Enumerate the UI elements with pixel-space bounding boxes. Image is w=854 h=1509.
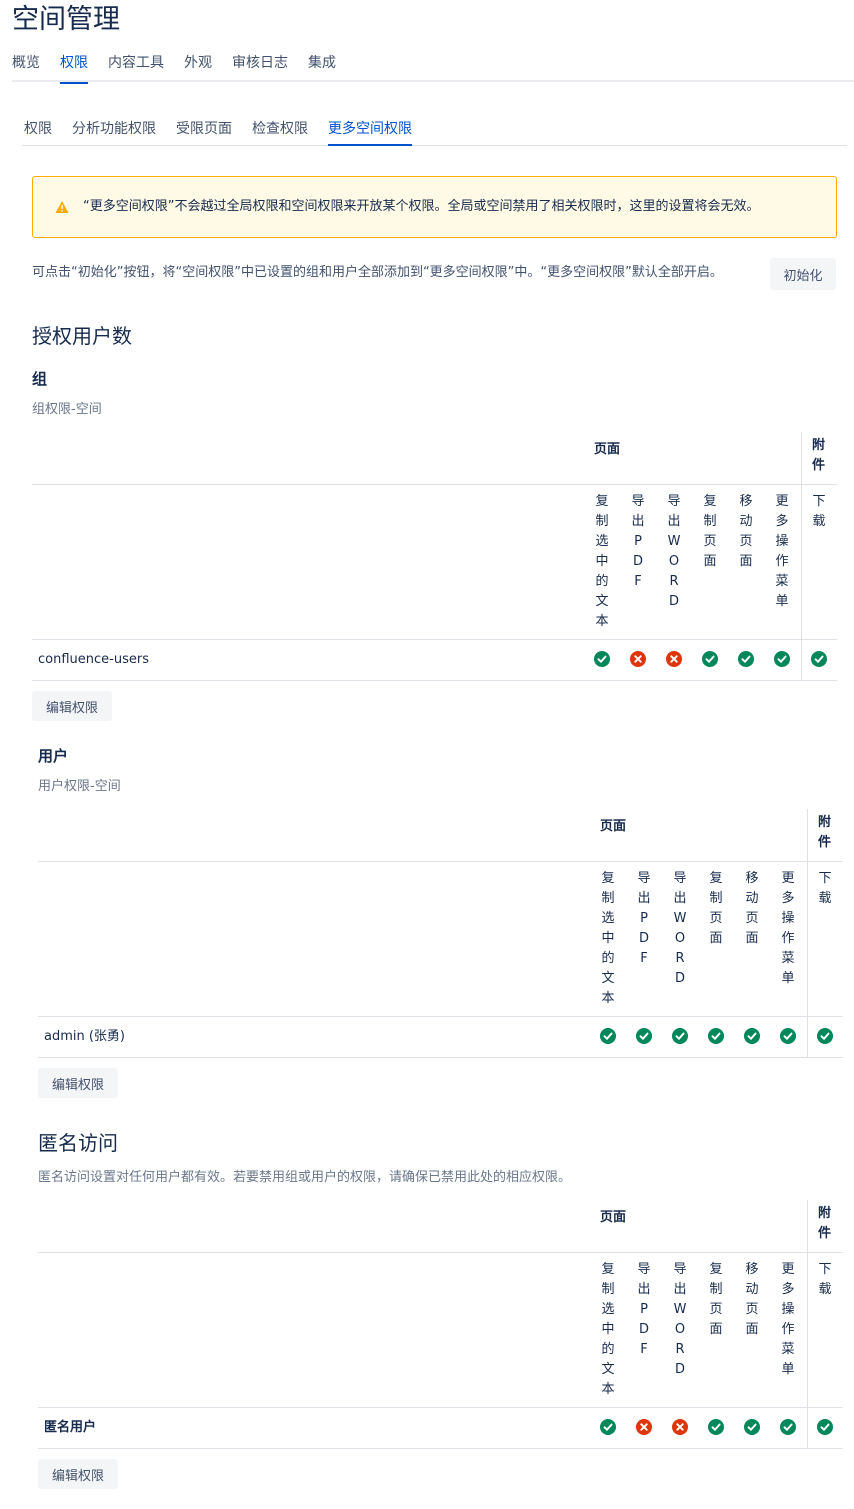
licensed-users-heading: 授权用户数 <box>32 324 132 348</box>
check-circle-icon[interactable] <box>672 1028 688 1044</box>
column-header: 复制选中的文本 <box>595 494 609 629</box>
column-group-page: 页面 <box>594 442 621 457</box>
subtab-restricted-pages[interactable]: 受限页面 <box>176 118 232 146</box>
page-title: 空间管理 <box>12 4 120 35</box>
column-header: 导出PDF <box>631 494 645 589</box>
column-header: 下载 <box>818 1262 832 1297</box>
column-header: 更多操作菜单 <box>781 871 795 986</box>
column-header: 复制页面 <box>709 1262 723 1337</box>
column-header: 复制页面 <box>709 871 723 946</box>
tab-look-and-feel[interactable]: 外观 <box>184 52 212 82</box>
row-divider <box>38 1407 843 1408</box>
column-header: 导出PDF <box>637 871 651 966</box>
column-header: 更多操作菜单 <box>781 1262 795 1377</box>
check-circle-icon[interactable] <box>780 1028 796 1044</box>
main-tabs: 概览 权限 内容工具 外观 审核日志 集成 <box>12 52 854 84</box>
column-header: 下载 <box>812 494 826 529</box>
cross-circle-icon[interactable] <box>672 1419 688 1435</box>
column-header: 移动页面 <box>739 494 753 569</box>
column-header: 导出WORD <box>673 871 687 986</box>
permissions-table: 页面 附件复制选中的文本 导出PDF 导出WORD 复制页面 移动页面 更多操作菜单 下载 ad… <box>38 809 843 1059</box>
column-group-attachment: 附件 <box>812 438 826 473</box>
table-bottom-border <box>38 1057 843 1058</box>
subtab-inspect-permissions[interactable]: 检查权限 <box>252 118 308 146</box>
init-info-text: 可点击“初始化”按钮，将“空间权限”中已设置的组和用户全部添加到“更多空间权限”… <box>32 265 723 280</box>
cross-circle-icon[interactable] <box>636 1419 652 1435</box>
edit-permissions-button[interactable]: 编辑权限 <box>32 691 112 721</box>
tab-content-tools[interactable]: 内容工具 <box>108 52 164 82</box>
column-header: 导出PDF <box>637 1262 651 1357</box>
header-divider <box>38 1252 843 1253</box>
check-circle-icon[interactable] <box>817 1419 833 1435</box>
header-divider <box>38 861 843 862</box>
column-divider <box>801 432 802 680</box>
column-header: 下载 <box>818 871 832 906</box>
column-header: 导出WORD <box>673 1262 687 1377</box>
section-description: 匿名访问设置对任何用户都有效。若要禁用组或用户的权限，请确保已禁用此处的相应权限… <box>38 1170 572 1185</box>
column-header: 更多操作菜单 <box>775 494 789 609</box>
check-circle-icon[interactable] <box>744 1028 760 1044</box>
check-circle-icon[interactable] <box>594 651 610 667</box>
edit-permissions-button[interactable]: 编辑权限 <box>38 1068 118 1098</box>
check-circle-icon[interactable] <box>811 651 827 667</box>
column-divider <box>807 1200 808 1448</box>
subtab-analytics-permissions[interactable]: 分析功能权限 <box>72 118 156 146</box>
check-circle-icon[interactable] <box>780 1419 796 1435</box>
permissions-table: 页面 附件复制选中的文本 导出PDF 导出WORD 复制页面 移动页面 更多操作菜单 下载匿名… <box>38 1200 843 1450</box>
check-circle-icon[interactable] <box>600 1028 616 1044</box>
table-bottom-border <box>38 1448 843 1449</box>
row-subject-name: admin (张勇) <box>44 1029 126 1044</box>
cross-circle-icon[interactable] <box>630 651 646 667</box>
section-heading: 匿名访问 <box>38 1131 118 1155</box>
subtab-permissions[interactable]: 权限 <box>24 118 52 146</box>
permissions-table: 页面 附件复制选中的文本 导出PDF 导出WORD 复制页面 移动页面 更多操作菜单 下载 co… <box>32 432 837 682</box>
tab-integrations[interactable]: 集成 <box>308 52 336 82</box>
column-group-attachment: 附件 <box>818 1206 832 1241</box>
column-header: 复制选中的文本 <box>601 1262 615 1397</box>
check-circle-icon[interactable] <box>702 651 718 667</box>
initialize-button[interactable]: 初始化 <box>770 258 836 290</box>
section-heading: 用户 <box>38 747 69 765</box>
permission-subtabs: 权限 分析功能权限 受限页面 检查权限 更多空间权限 <box>22 118 847 146</box>
column-header: 复制页面 <box>703 494 717 569</box>
tab-overview[interactable]: 概览 <box>12 52 40 82</box>
tab-permissions[interactable]: 权限 <box>60 52 88 84</box>
section-heading: 组 <box>32 370 48 388</box>
tab-audit-log[interactable]: 审核日志 <box>232 52 288 82</box>
warning-icon <box>55 201 69 213</box>
cross-circle-icon[interactable] <box>666 651 682 667</box>
column-divider <box>807 809 808 1057</box>
check-circle-icon[interactable] <box>708 1419 724 1435</box>
check-circle-icon[interactable] <box>817 1028 833 1044</box>
column-header: 移动页面 <box>745 871 759 946</box>
section-description: 组权限-空间 <box>32 402 102 417</box>
row-divider <box>32 639 837 640</box>
row-divider <box>38 1016 843 1017</box>
check-circle-icon[interactable] <box>708 1028 724 1044</box>
subtab-more-space-permissions[interactable]: 更多空间权限 <box>328 118 412 146</box>
edit-permissions-button[interactable]: 编辑权限 <box>38 1459 118 1489</box>
table-bottom-border <box>32 680 837 681</box>
row-subject-name: 匿名用户 <box>44 1420 97 1435</box>
check-circle-icon[interactable] <box>744 1419 760 1435</box>
check-circle-icon[interactable] <box>774 651 790 667</box>
row-subject-name: confluence-users <box>38 652 149 667</box>
column-group-page: 页面 <box>600 819 627 834</box>
section-description: 用户权限-空间 <box>38 779 121 794</box>
column-group-attachment: 附件 <box>818 815 832 850</box>
column-header: 移动页面 <box>745 1262 759 1337</box>
warning-banner: “更多空间权限”不会越过全局权限和空间权限来开放某个权限。全局或空间禁用了相关权… <box>32 176 837 238</box>
column-header: 导出WORD <box>667 494 681 609</box>
column-header: 复制选中的文本 <box>601 871 615 1006</box>
header-divider <box>32 484 837 485</box>
check-circle-icon[interactable] <box>738 651 754 667</box>
check-circle-icon[interactable] <box>636 1028 652 1044</box>
warning-text: “更多空间权限”不会越过全局权限和空间权限来开放某个权限。全局或空间禁用了相关权… <box>83 199 760 214</box>
check-circle-icon[interactable] <box>600 1419 616 1435</box>
column-group-page: 页面 <box>600 1210 627 1225</box>
